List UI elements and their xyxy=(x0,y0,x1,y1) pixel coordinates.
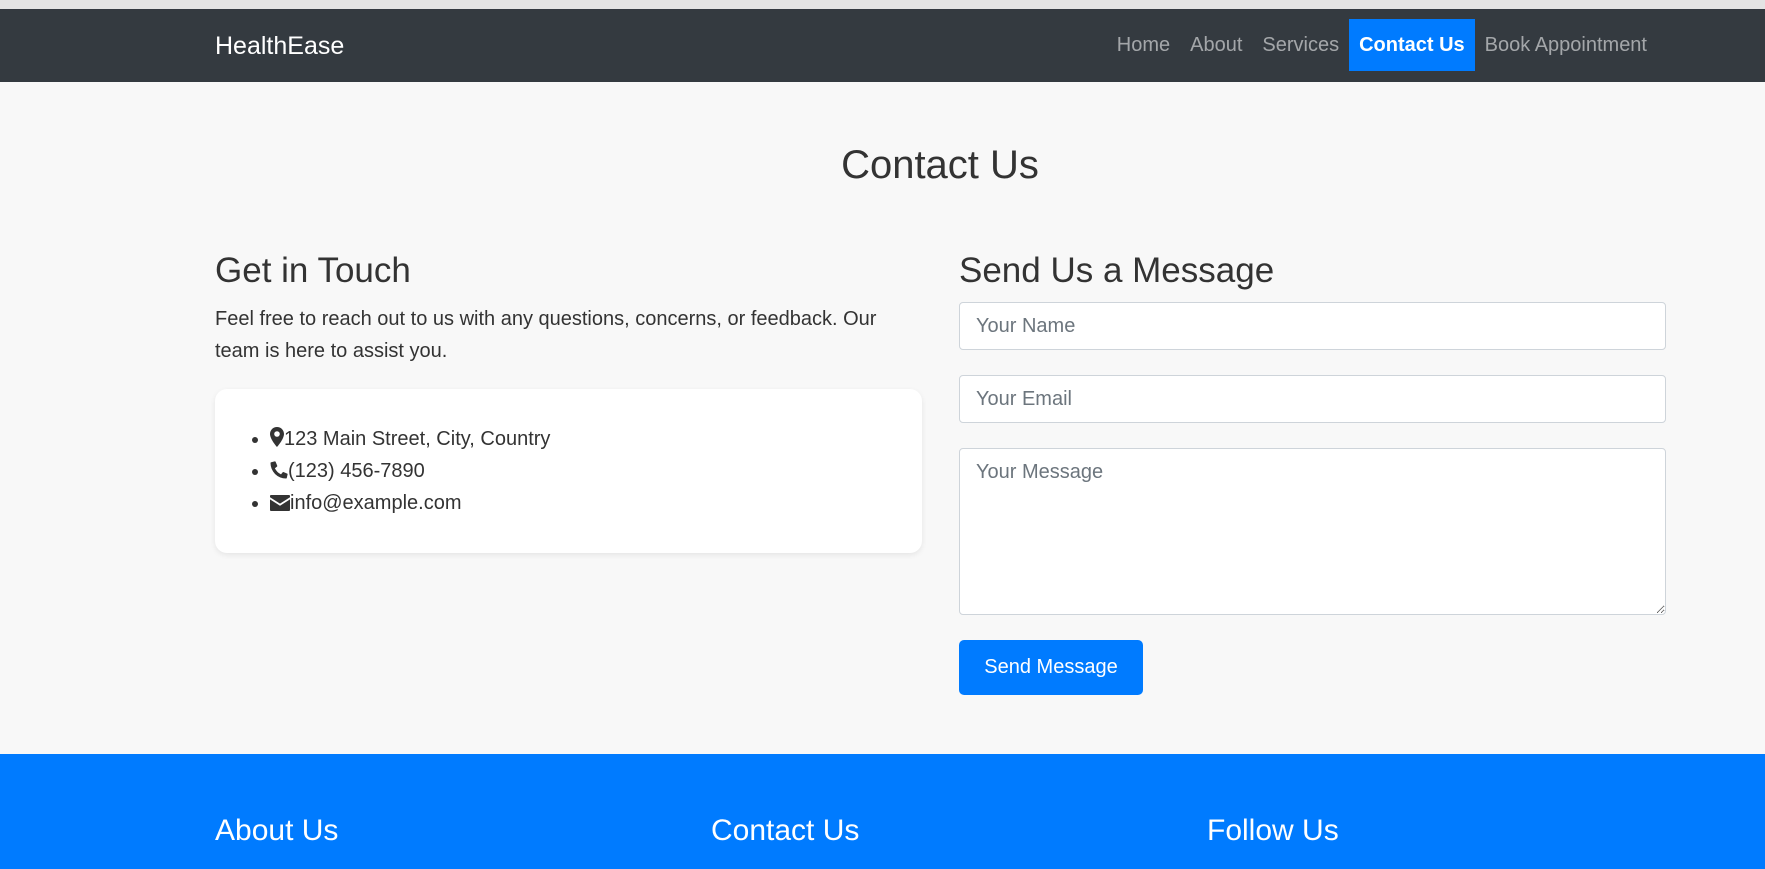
nav-item-home[interactable]: Home xyxy=(1107,19,1180,71)
get-in-touch-section: Get in Touch Feel free to reach out to u… xyxy=(215,251,922,553)
nav-item-about[interactable]: About xyxy=(1180,19,1252,71)
map-marker-icon xyxy=(270,427,284,447)
get-in-touch-text: Feel free to reach out to us with any qu… xyxy=(215,308,877,362)
footer-about-heading: About Us xyxy=(215,814,339,847)
message-form-section: Send Us a Message Send Message xyxy=(959,251,1666,695)
phone-icon xyxy=(270,461,288,479)
send-message-button[interactable]: Send Message xyxy=(959,640,1143,695)
brand-logo[interactable]: HealthEase xyxy=(215,32,344,61)
contact-info-email: info@example.com xyxy=(270,487,885,519)
get-in-touch-heading: Get in Touch xyxy=(215,251,411,290)
contact-info-address: 123 Main Street, City, Country xyxy=(270,423,885,455)
navbar: HealthEase Home About Services Contact U… xyxy=(0,9,1765,82)
contact-info-card: 123 Main Street, City, Country (123) 456… xyxy=(215,389,922,553)
email-text: info@example.com xyxy=(290,492,462,514)
name-input[interactable] xyxy=(959,302,1666,350)
contact-form: Send Message xyxy=(959,302,1666,695)
address-text: 123 Main Street, City, Country xyxy=(284,428,551,450)
message-form-heading: Send Us a Message xyxy=(959,251,1275,290)
nav-item-contact-us[interactable]: Contact Us xyxy=(1349,19,1475,71)
contact-info-phone: (123) 456-7890 xyxy=(270,455,885,487)
nav-menu: Home About Services Contact Us Book Appo… xyxy=(1107,19,1657,71)
page-title: Contact Us xyxy=(841,143,1039,187)
footer-contact-heading: Contact Us xyxy=(711,814,860,847)
nav-item-book-appointment[interactable]: Book Appointment xyxy=(1475,19,1657,71)
envelope-icon xyxy=(270,495,290,511)
footer-follow-heading: Follow Us xyxy=(1207,814,1339,847)
email-input[interactable] xyxy=(959,375,1666,423)
browser-top-strip xyxy=(0,0,1765,9)
nav-item-services[interactable]: Services xyxy=(1252,19,1349,71)
phone-text: (123) 456-7890 xyxy=(288,460,425,482)
message-textarea[interactable] xyxy=(959,448,1666,615)
footer: About Us Contact Us Follow Us xyxy=(0,754,1765,869)
contact-info-list: 123 Main Street, City, Country (123) 456… xyxy=(252,423,885,519)
